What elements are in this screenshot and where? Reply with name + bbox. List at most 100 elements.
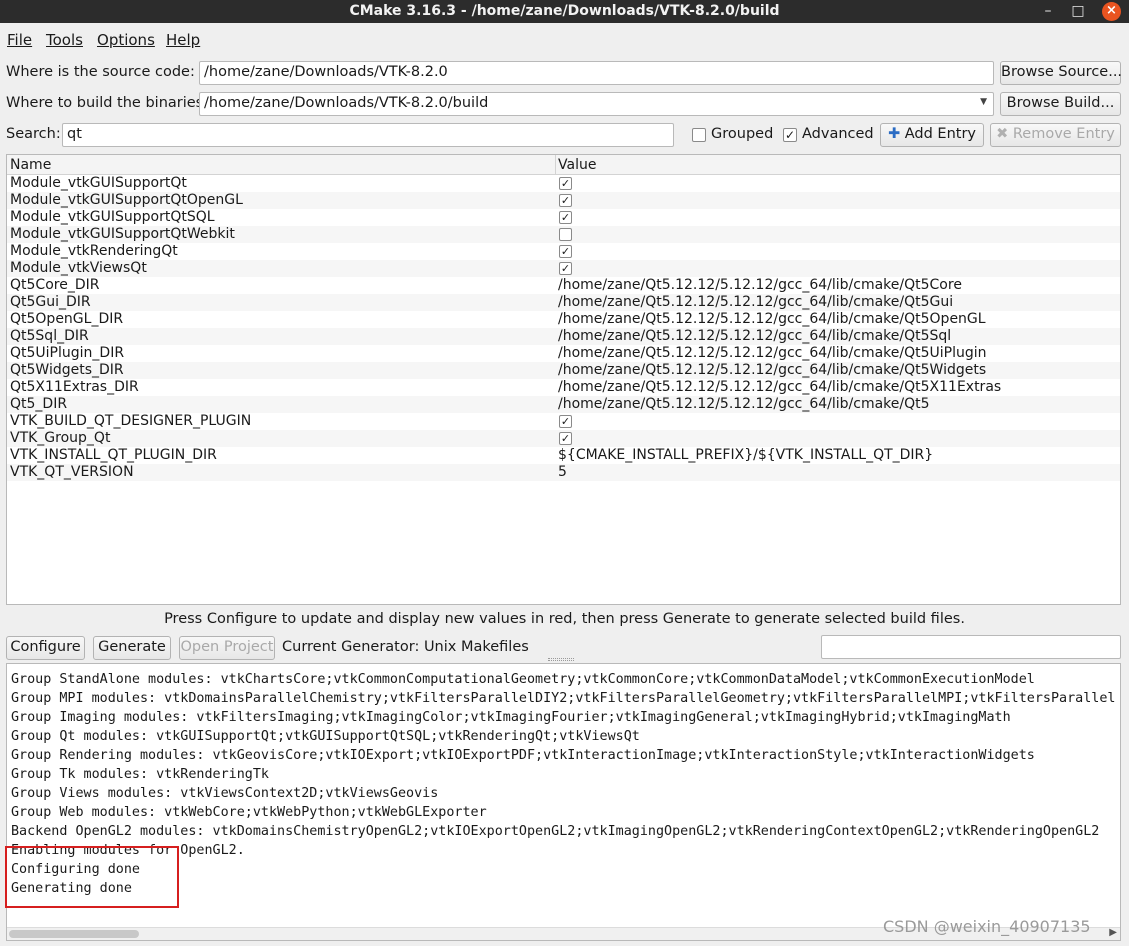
cache-variable-value[interactable]: /home/zane/Qt5.12.12/5.12.12/gcc_64/lib/… xyxy=(558,311,986,328)
menu-options[interactable]: Options xyxy=(97,31,155,49)
remove-entry-label: Remove Entry xyxy=(1012,126,1115,142)
log-line: Group Tk modules: vtkRenderingTk xyxy=(11,767,269,782)
table-row[interactable]: Module_vtkGUISupportQtOpenGL ✓ xyxy=(7,192,1120,209)
cache-variable-value[interactable]: /home/zane/Qt5.12.12/5.12.12/gcc_64/lib/… xyxy=(558,277,962,294)
grouped-checkbox[interactable] xyxy=(692,128,706,142)
table-row[interactable]: Qt5X11Extras_DIR/home/zane/Qt5.12.12/5.1… xyxy=(7,379,1120,396)
cache-value-checkbox[interactable]: ✓ xyxy=(559,245,572,258)
cache-variable-name: Qt5_DIR xyxy=(10,396,68,412)
table-row[interactable]: Module_vtkGUISupportQtSQL ✓ xyxy=(7,209,1120,226)
configure-hint: Press Configure to update and display ne… xyxy=(164,611,965,627)
progress-bar xyxy=(821,635,1121,659)
title-bar: CMake 3.16.3 - /home/zane/Downloads/VTK-… xyxy=(0,0,1129,23)
configure-button[interactable]: Configure xyxy=(6,636,85,660)
cache-value-checkbox[interactable] xyxy=(559,228,572,241)
splitter-handle[interactable] xyxy=(548,658,574,661)
open-project-button[interactable]: Open Project xyxy=(179,636,275,660)
cache-variable-name: VTK_BUILD_QT_DESIGNER_PLUGIN xyxy=(10,413,252,429)
browse-build-button[interactable]: Browse Build... xyxy=(1000,92,1121,116)
cache-variable-name: VTK_QT_VERSION xyxy=(10,464,134,480)
table-row[interactable]: Qt5_DIR/home/zane/Qt5.12.12/5.12.12/gcc_… xyxy=(7,396,1120,413)
close-icon[interactable]: × xyxy=(1102,2,1121,21)
source-label: Where is the source code: xyxy=(6,64,195,80)
cache-variable-name: Module_vtkGUISupportQtSQL xyxy=(10,209,215,225)
browse-source-button[interactable]: Browse Source... xyxy=(1000,61,1122,85)
table-row[interactable]: Module_vtkViewsQt ✓ xyxy=(7,260,1120,277)
scroll-right-icon[interactable]: ▶ xyxy=(1109,927,1117,938)
remove-entry-button[interactable]: ✖ Remove Entry xyxy=(990,123,1121,147)
log-line: Group MPI modules: vtkDomainsParallelChe… xyxy=(11,691,1116,706)
cache-variable-value[interactable]: /home/zane/Qt5.12.12/5.12.12/gcc_64/lib/… xyxy=(558,362,986,379)
current-generator: Current Generator: Unix Makefiles xyxy=(282,639,529,655)
binaries-path-combobox[interactable]: /home/zane/Downloads/VTK-8.2.0/build ▼ xyxy=(199,92,994,116)
menu-file[interactable]: File xyxy=(7,31,32,49)
cache-value-checkbox[interactable]: ✓ xyxy=(559,177,572,190)
log-line: Group Views modules: vtkViewsContext2D;v… xyxy=(11,786,439,801)
cache-variable-value[interactable]: /home/zane/Qt5.12.12/5.12.12/gcc_64/lib/… xyxy=(558,379,1001,396)
table-row[interactable]: Qt5Sql_DIR/home/zane/Qt5.12.12/5.12.12/g… xyxy=(7,328,1120,345)
plus-icon: ✚ xyxy=(887,126,901,142)
table-row[interactable]: Qt5Gui_DIR/home/zane/Qt5.12.12/5.12.12/g… xyxy=(7,294,1120,311)
cache-value-checkbox[interactable]: ✓ xyxy=(559,262,572,275)
table-header: Name Value xyxy=(7,155,1120,175)
watermark: CSDN @weixin_40907135 xyxy=(883,917,1091,936)
table-row[interactable]: VTK_QT_VERSION 5 xyxy=(7,464,1120,481)
generate-button[interactable]: Generate xyxy=(93,636,171,660)
minimize-icon[interactable]: – xyxy=(1036,0,1060,23)
menu-tools[interactable]: Tools xyxy=(46,31,83,49)
source-path-input[interactable]: /home/zane/Downloads/VTK-8.2.0 xyxy=(199,61,994,85)
column-header-value[interactable]: Value xyxy=(558,157,596,173)
cache-variable-name: Qt5X11Extras_DIR xyxy=(10,379,139,395)
log-line: Group Web modules: vtkWebCore;vtkWebPyth… xyxy=(11,805,487,820)
table-row[interactable]: VTK_Group_Qt ✓ xyxy=(7,430,1120,447)
cache-variable-name: Qt5OpenGL_DIR xyxy=(10,311,124,327)
table-row[interactable]: Qt5Core_DIR/home/zane/Qt5.12.12/5.12.12/… xyxy=(7,277,1120,294)
column-header-name[interactable]: Name xyxy=(10,157,51,173)
table-row[interactable]: VTK_BUILD_QT_DESIGNER_PLUGIN ✓ xyxy=(7,413,1120,430)
binaries-label: Where to build the binaries: xyxy=(6,95,209,111)
cache-value-checkbox[interactable]: ✓ xyxy=(559,194,572,207)
cache-variable-name: Module_vtkGUISupportQtWebkit xyxy=(10,226,235,242)
cache-variables-table: Name Value Module_vtkGUISupportQt ✓ Module… xyxy=(6,154,1121,605)
cache-variable-name: VTK_INSTALL_QT_PLUGIN_DIR xyxy=(10,447,217,463)
cache-variable-value[interactable]: /home/zane/Qt5.12.12/5.12.12/gcc_64/lib/… xyxy=(558,396,930,413)
table-row[interactable]: VTK_INSTALL_QT_PLUGIN_DIR ${CMAKE_INSTALL… xyxy=(7,447,1120,464)
cache-value-checkbox[interactable]: ✓ xyxy=(559,211,572,224)
cache-variable-name: Qt5Sql_DIR xyxy=(10,328,89,344)
cache-variable-value[interactable]: /home/zane/Qt5.12.12/5.12.12/gcc_64/lib/… xyxy=(558,328,951,345)
table-row[interactable]: Module_vtkGUISupportQtWebkit xyxy=(7,226,1120,243)
search-label: Search: xyxy=(6,126,61,142)
advanced-checkbox[interactable]: ✓ xyxy=(783,128,797,142)
binaries-path-value: /home/zane/Downloads/VTK-8.2.0/build xyxy=(204,95,489,111)
cache-variable-value[interactable]: 5 xyxy=(558,464,567,481)
cache-variable-value[interactable]: /home/zane/Qt5.12.12/5.12.12/gcc_64/lib/… xyxy=(558,294,953,311)
cache-variable-name: Module_vtkViewsQt xyxy=(10,260,147,276)
cache-variable-name: Qt5Gui_DIR xyxy=(10,294,91,310)
add-entry-button[interactable]: ✚ Add Entry xyxy=(880,123,984,147)
window-title: CMake 3.16.3 - /home/zane/Downloads/VTK-… xyxy=(349,3,780,19)
table-row[interactable]: Qt5OpenGL_DIR/home/zane/Qt5.12.12/5.12.1… xyxy=(7,311,1120,328)
cache-variable-name: Module_vtkRenderingQt xyxy=(10,243,178,259)
search-input[interactable]: qt xyxy=(62,123,674,147)
cache-variable-name: Module_vtkGUISupportQt xyxy=(10,175,187,191)
table-row[interactable]: Qt5UiPlugin_DIR/home/zane/Qt5.12.12/5.12… xyxy=(7,345,1120,362)
table-row[interactable]: Module_vtkGUISupportQt ✓ xyxy=(7,175,1120,192)
cache-variable-value[interactable]: ${CMAKE_INSTALL_PREFIX}/${VTK_INSTALL_QT… xyxy=(558,447,933,464)
advanced-label: Advanced xyxy=(802,126,874,142)
cache-value-checkbox[interactable]: ✓ xyxy=(559,415,572,428)
log-line: Group Imaging modules: vtkFiltersImaging… xyxy=(11,710,1011,725)
cache-variable-name: Qt5Widgets_DIR xyxy=(10,362,124,378)
cache-variable-name: VTK_Group_Qt xyxy=(10,430,111,446)
menu-help[interactable]: Help xyxy=(166,31,200,49)
annotation-highlight-box xyxy=(5,846,179,908)
log-line: Group StandAlone modules: vtkChartsCore;… xyxy=(11,672,1035,687)
scrollbar-thumb[interactable] xyxy=(9,930,139,938)
chevron-down-icon[interactable]: ▼ xyxy=(980,97,987,107)
cache-variable-value[interactable]: /home/zane/Qt5.12.12/5.12.12/gcc_64/lib/… xyxy=(558,345,987,362)
table-row[interactable]: Qt5Widgets_DIR/home/zane/Qt5.12.12/5.12.… xyxy=(7,362,1120,379)
column-divider xyxy=(555,155,556,175)
log-line: Group Rendering modules: vtkGeovisCore;v… xyxy=(11,748,1035,763)
maximize-icon[interactable]: □ xyxy=(1066,0,1090,23)
table-row[interactable]: Module_vtkRenderingQt ✓ xyxy=(7,243,1120,260)
cache-value-checkbox[interactable]: ✓ xyxy=(559,432,572,445)
